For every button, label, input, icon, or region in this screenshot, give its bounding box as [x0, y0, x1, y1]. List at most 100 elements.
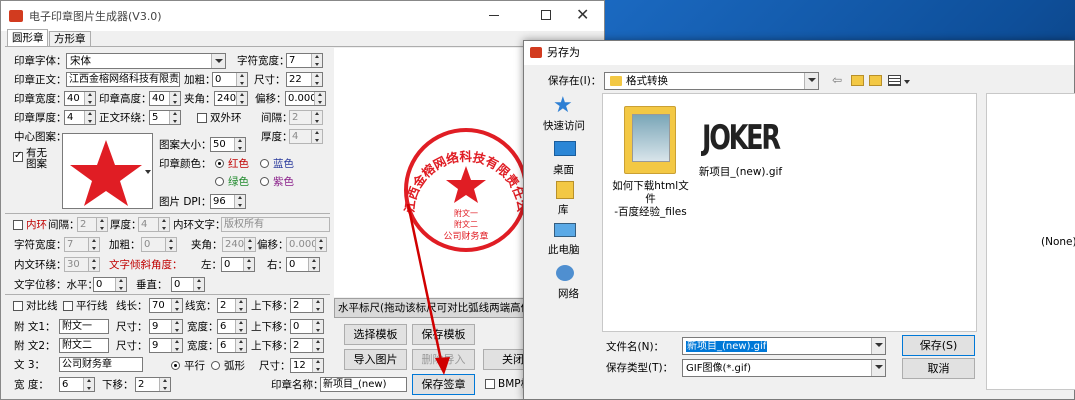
inner-gap-spinner[interactable]: 2 — [77, 217, 108, 232]
file-item-folder[interactable]: 如何下载html文件 -百度经验_files — [608, 104, 693, 218]
new-folder-icon[interactable] — [869, 75, 882, 86]
import-image-button[interactable]: 导入图片 — [344, 349, 407, 370]
window-title: 电子印章图片生成器(V3.0) — [29, 10, 162, 23]
contrast-checkbox[interactable] — [13, 301, 23, 311]
angle-spinner[interactable]: 240 — [214, 91, 248, 106]
color-radio-red[interactable] — [215, 159, 224, 168]
file-item-gif[interactable]: JOKER 新项目_(new).gif — [698, 104, 783, 209]
dpi-spinner[interactable]: 96 — [210, 194, 246, 209]
inner-ring-checkbox[interactable] — [13, 220, 23, 230]
back-icon[interactable]: ⇦ — [832, 73, 842, 87]
seal-height-spinner[interactable]: 40 — [149, 91, 181, 106]
main-text-input[interactable]: 江西金榕网络科技有限责 — [66, 72, 180, 87]
tilt-right-spinner[interactable]: 0 — [286, 257, 320, 272]
font-select[interactable]: 宋体 — [66, 53, 226, 69]
view-dropdown-icon[interactable] — [904, 80, 910, 84]
inner-offset-spinner[interactable]: 0.000 — [286, 237, 327, 252]
place-quick-access[interactable]: ★ 快速访问 — [530, 93, 602, 137]
size-spinner[interactable]: 22 — [286, 72, 323, 87]
preview-pane: (None) — [986, 93, 1075, 390]
library-icon — [556, 181, 574, 199]
svg-text:江西金榕网络科技有限责任公司: 江西金榕网络科技有限责任公司 — [334, 48, 530, 213]
line-length-spinner[interactable]: 70 — [149, 298, 183, 313]
inner-text-input[interactable]: 版权所有 — [221, 217, 330, 232]
select-template-button[interactable]: 选择模板 — [344, 324, 407, 345]
bottom-width-spinner[interactable]: 6 — [59, 377, 95, 392]
file-list[interactable]: 如何下载html文件 -百度经验_files JOKER 新项目_(new).g… — [602, 93, 977, 332]
bottom-shift-spinner[interactable]: 2 — [135, 377, 171, 392]
computer-icon — [554, 223, 576, 237]
line-shift-spinner[interactable]: 2 — [290, 298, 324, 313]
seal-width-spinner[interactable]: 40 — [64, 91, 96, 106]
star-pattern-icon — [70, 140, 142, 206]
up-folder-icon[interactable] — [851, 75, 864, 86]
sub-text1-size-spinner[interactable]: 9 — [149, 319, 183, 334]
place-this-pc[interactable]: 此电脑 — [530, 221, 602, 261]
sub-text1-shift-spinner[interactable]: 0 — [290, 319, 324, 334]
filename-input[interactable]: 新项目_(new).gif — [682, 337, 886, 355]
sub-text1-width-spinner[interactable]: 6 — [217, 319, 247, 334]
text3-arc-radio[interactable] — [211, 361, 220, 370]
inner-bold-spinner[interactable]: 0 — [141, 237, 177, 252]
seal-ring-text: 江西金榕网络科技有限责任公司 — [328, 36, 531, 213]
tab-round[interactable]: 圆形章 — [7, 29, 48, 46]
view-menu-icon[interactable] — [888, 75, 901, 86]
tab-square[interactable]: 方形章 — [49, 31, 91, 46]
app-icon — [9, 10, 23, 22]
sub-text2-input[interactable]: 附文二 — [59, 338, 109, 353]
dialog-title-bar[interactable]: 另存为 — [524, 41, 1074, 65]
offset-spinner[interactable]: 0.000 — [285, 91, 326, 106]
close-icon[interactable]: ✕ — [576, 5, 589, 24]
sub-text2-shift-spinner[interactable]: 2 — [290, 338, 324, 353]
shift-h-spinner[interactable]: 0 — [93, 277, 127, 292]
pattern-dropdown-icon[interactable] — [145, 170, 151, 174]
place-desktop[interactable]: 桌面 — [530, 139, 602, 179]
inner-char-width-spinner[interactable]: 7 — [64, 237, 100, 252]
sub-text2-size-spinner[interactable]: 9 — [149, 338, 183, 353]
text3-parallel-radio[interactable] — [171, 361, 180, 370]
color-radio-green[interactable] — [215, 177, 224, 186]
pattern-toggle-label: 有无 图案 — [26, 147, 47, 170]
file-name: 新项目_(new).gif — [698, 166, 783, 178]
place-network[interactable]: 网络 — [530, 263, 602, 303]
dialog-app-icon — [530, 47, 542, 58]
inner-text-ring-spinner[interactable]: 30 — [64, 257, 100, 272]
pattern-toggle-checkbox[interactable] — [13, 150, 23, 162]
bold-spinner[interactable]: 0 — [212, 72, 248, 87]
shift-v-spinner[interactable]: 0 — [171, 277, 205, 292]
seal-star-icon — [446, 166, 486, 203]
line-width-spinner[interactable]: 2 — [217, 298, 247, 313]
sub-text3-size-spinner[interactable]: 12 — [290, 358, 324, 373]
sub-text3-input[interactable]: 公司财务章 — [59, 357, 143, 372]
color-radio-purple[interactable] — [260, 177, 269, 186]
file-name: 如何下载html文件 -百度经验_files — [612, 180, 689, 218]
places-bar: ★ 快速访问 桌面 库 此电脑 网络 — [530, 93, 602, 360]
sub-text1-input[interactable]: 附文一 — [59, 319, 109, 334]
place-library[interactable]: 库 — [530, 181, 602, 219]
minimize-icon[interactable] — [489, 15, 499, 16]
double-ring-checkbox[interactable] — [197, 113, 207, 123]
sub-text2-width-spinner[interactable]: 6 — [217, 338, 247, 353]
save-button[interactable]: 保存(S) — [902, 335, 975, 356]
thickness-spinner[interactable]: 4 — [64, 110, 96, 125]
inner-angle-spinner[interactable]: 240 — [222, 237, 256, 252]
gap-spinner[interactable]: 2 — [289, 110, 323, 125]
maximize-icon[interactable] — [541, 10, 551, 20]
title-bar[interactable]: 电子印章图片生成器(V3.0) ✕ — [1, 1, 604, 31]
parallel-checkbox[interactable] — [63, 301, 73, 311]
thickness2-spinner[interactable]: 4 — [289, 129, 323, 144]
bmp-format-checkbox[interactable] — [485, 379, 495, 389]
save-in-select[interactable]: 格式转换 — [604, 72, 819, 90]
network-icon — [556, 265, 574, 281]
seal-name-input[interactable]: 新项目_(new) — [320, 377, 407, 392]
text-ring-spinner[interactable]: 5 — [149, 110, 181, 125]
pattern-picker[interactable] — [62, 133, 153, 209]
char-width-spinner[interactable]: 7 — [286, 53, 323, 68]
pattern-size-spinner[interactable]: 50 — [210, 137, 246, 152]
filetype-select[interactable]: GIF图像(*.gif) — [682, 359, 886, 377]
inner-thick-spinner[interactable]: 4 — [138, 217, 170, 232]
save-as-dialog: 另存为 保存在(I)： 格式转换 ⇦ ★ 快速访问 桌面 库 此电脑 网络 如何… — [523, 40, 1075, 400]
cancel-button[interactable]: 取消 — [902, 358, 975, 379]
tilt-left-spinner[interactable]: 0 — [221, 257, 255, 272]
color-radio-blue[interactable] — [260, 159, 269, 168]
